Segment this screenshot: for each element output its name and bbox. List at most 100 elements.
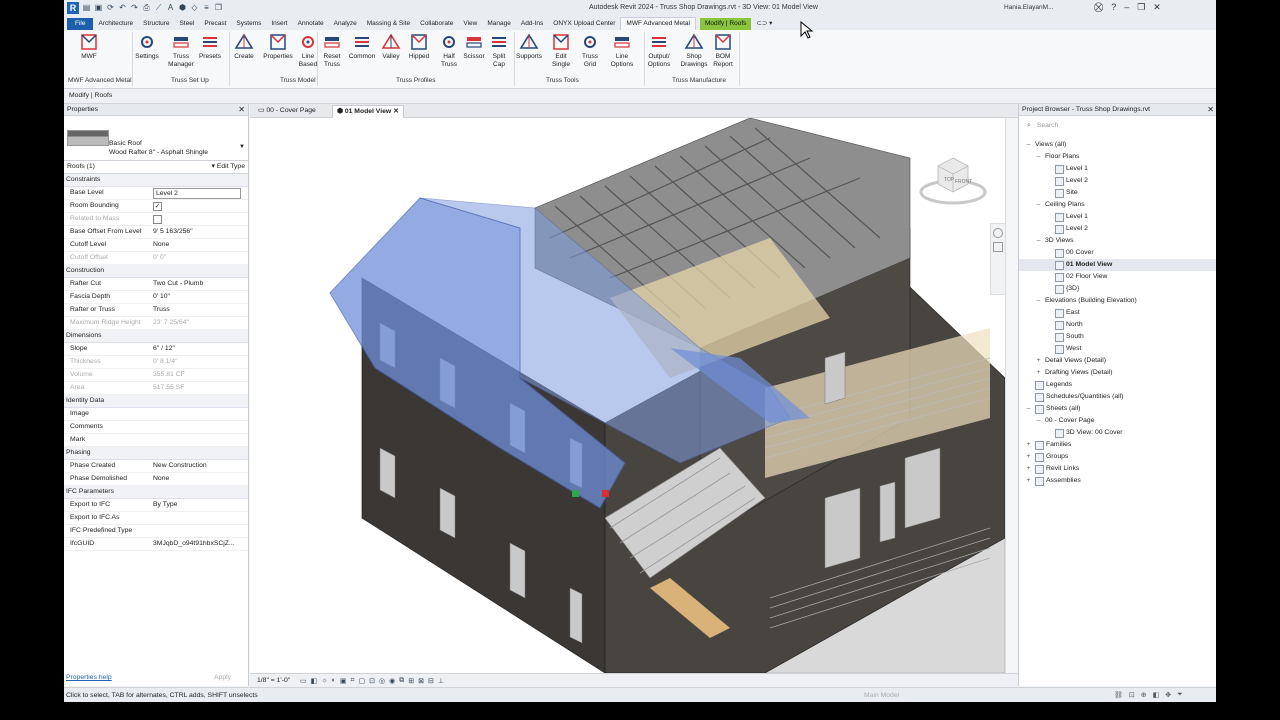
sync-icon[interactable]: ⟳ [106,3,115,12]
browser-tree-item[interactable]: Schedules/Quantities (all) [1019,391,1216,403]
select-pinned-icon[interactable]: ⊕ [1141,691,1147,699]
browser-tree-item[interactable]: Level 2 [1019,223,1216,235]
collapse-icon[interactable]: – [1025,139,1032,151]
close-icon[interactable]: ✕ [238,104,245,115]
expand-icon[interactable]: + [1035,367,1042,379]
property-value[interactable]: 23' 7 25/64" [153,317,245,329]
section-icon[interactable]: ◇ [190,3,199,12]
tab-file[interactable]: File [67,18,94,30]
browser-tree-item[interactable]: 01 Model View [1019,259,1216,271]
create-button[interactable]: Create [229,32,259,61]
close-tab-icon[interactable]: ✕ [393,108,399,115]
tab-annotate[interactable]: Annotate [293,18,329,30]
tab-steel[interactable]: Steel [175,18,200,30]
valley-button[interactable]: Valley [376,32,406,61]
browser-tree-item[interactable]: + Revit Links [1019,463,1216,475]
expand-icon[interactable]: + [1025,451,1032,463]
property-value[interactable]: 0' 0" [153,252,245,264]
highlight-displacement-icon[interactable]: ⊞ [408,677,414,685]
collapse-icon[interactable]: – [1025,403,1032,415]
visual-style-icon[interactable]: ◧ [311,677,318,685]
tab-precast[interactable]: Precast [199,18,231,30]
browser-tree-item[interactable]: + Families [1019,439,1216,451]
building-model[interactable] [250,118,1005,673]
user-account[interactable]: Hania.ElayanM... [1004,4,1054,11]
property-group[interactable]: Phasing [64,447,248,460]
select-links-icon[interactable]: ⛓ [1114,691,1123,699]
navigation-bar[interactable] [990,223,1005,295]
browser-tree-item[interactable]: 00 Cover [1019,247,1216,259]
collapse-icon[interactable]: – [1035,199,1042,211]
tab-structure[interactable]: Structure [138,18,174,30]
detail-level-icon[interactable]: ▭ [300,677,307,685]
property-checkbox[interactable] [153,215,162,224]
type-selector[interactable]: Basic Roof Wood Rafter 8" - Asphalt Shin… [64,116,248,161]
properties-help-link[interactable]: Properties help [66,674,112,681]
tab-onyx-upload-center[interactable]: ONYX Upload Center [548,18,620,30]
browser-tree-item[interactable]: {3D} [1019,283,1216,295]
tab-collaborate[interactable]: Collaborate [415,18,458,30]
property-value[interactable]: 3MJqbD_o94t91hbxSCjZ... [153,538,245,550]
constraints-icon[interactable]: ⊟ [428,677,434,685]
help-icon[interactable]: ? [1111,2,1116,13]
hipped-button[interactable]: Hipped [404,32,434,61]
worksharing-icon[interactable]: ⧉ [399,677,404,685]
property-value[interactable]: 0' 8 1/4" [153,356,245,368]
cart-icon[interactable]: ⛒ [1094,2,1103,13]
property-group[interactable]: Constraints [64,174,248,187]
close-icon[interactable]: ✕ [1207,104,1214,115]
tab-add-ins[interactable]: Add-Ins [516,18,548,30]
select-underlay-icon[interactable]: ⊡ [1129,691,1135,699]
property-group[interactable]: Dimensions [64,330,248,343]
ribbon-display-toggle-icon[interactable]: ⊂⊃ ▾ [751,18,777,30]
tab-modify-roofs[interactable]: Modify | Roofs [699,18,752,30]
shadows-icon[interactable]: ◐ [332,677,336,685]
property-value[interactable]: Truss [153,304,245,316]
revit-logo-icon[interactable]: R [67,2,79,14]
browser-tree-item[interactable]: – Ceiling Plans [1019,199,1216,211]
property-value[interactable]: By Type [153,499,245,511]
text-icon[interactable]: A [166,3,175,12]
instance-selector[interactable]: Roofs (1) ▾ Edit Type [64,161,248,174]
browser-tree-item[interactable]: North [1019,319,1216,331]
crop-icon[interactable]: ⌗ [351,677,355,685]
browser-tree-item[interactable]: 3D View: 00 Cover [1019,427,1216,439]
supports-button[interactable]: Supports [514,32,544,61]
shop-drawings-button[interactable]: Shop Drawings [679,32,709,69]
bom-report-button[interactable]: BOM Report [708,32,738,69]
zoom-icon[interactable] [993,242,1003,252]
truss-manager-button[interactable]: Truss Manager [166,32,196,69]
browser-tree-item[interactable]: – Elevations (Building Elevation) [1019,295,1216,307]
browser-tree-item[interactable]: Level 1 [1019,211,1216,223]
temporary-hide-icon[interactable]: ◎ [379,677,385,685]
chevron-down-icon[interactable]: ▼ [239,144,245,150]
drag-elements-icon[interactable]: ✥ [1165,691,1171,699]
browser-tree-item[interactable]: East [1019,307,1216,319]
apply-button[interactable]: Apply [214,674,231,681]
browser-tree-item[interactable]: –3D Views [1019,235,1216,247]
tab-manage[interactable]: Manage [482,18,516,30]
crop-region-icon[interactable]: ▢ [358,677,365,685]
reset-truss-button[interactable]: Reset Truss [317,32,347,69]
view-cube[interactable]: TOP FRONT [918,148,988,208]
measure-icon[interactable]: ⟋ [154,3,163,12]
minimize-button[interactable]: – [1124,2,1129,13]
collapse-icon[interactable]: – [1035,295,1042,307]
unlock-view-icon[interactable]: ⊡ [369,677,375,685]
redo-icon[interactable]: ↷ [130,3,139,12]
property-value[interactable]: None [153,473,245,485]
analysis-icon[interactable]: ⊠ [418,677,424,685]
browser-tree-item[interactable]: + Detail Views (Detail) [1019,355,1216,367]
edit-type-button[interactable]: ▾ Edit Type [211,161,245,173]
browser-tree-item[interactable]: Level 1 [1019,163,1216,175]
browser-tree-item[interactable]: + Assemblies [1019,475,1216,487]
browser-tree-item[interactable]: – Floor Plans [1019,151,1216,163]
mwf-button[interactable]: MWF [74,32,104,61]
main-model-selector[interactable]: Main Model [864,692,899,699]
property-value[interactable]: None [153,239,245,251]
steering-wheel-icon[interactable] [993,228,1003,238]
property-value[interactable]: Level 2 [153,188,241,199]
properties-button[interactable]: Properties [263,32,293,61]
tab-model-view[interactable]: ⬢ 01 Model View ✕ [332,105,404,118]
browser-tree-item[interactable]: Site [1019,187,1216,199]
